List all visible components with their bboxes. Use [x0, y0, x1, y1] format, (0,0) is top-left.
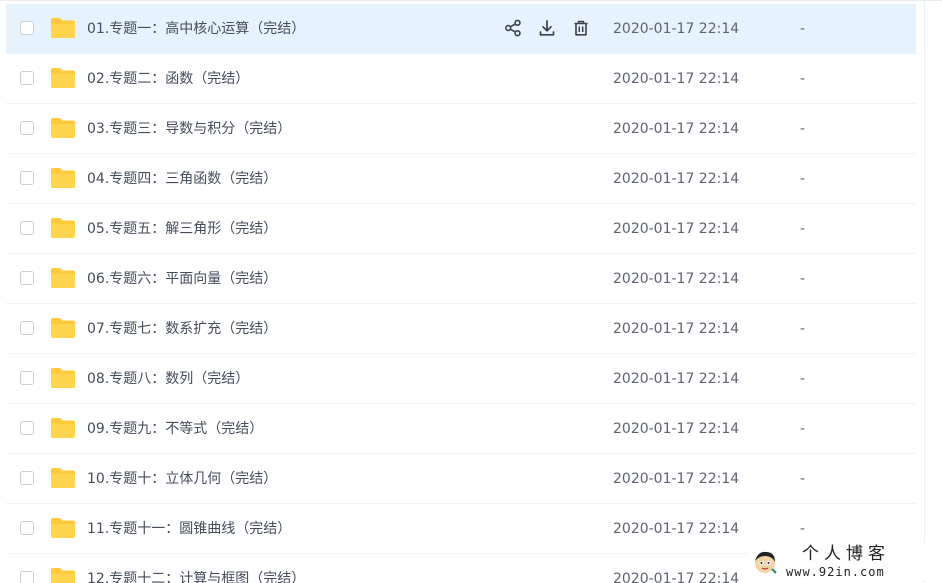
file-size: - — [800, 171, 806, 187]
file-name[interactable]: 12.专题十二：计算与框图（完结） — [87, 570, 305, 583]
row-checkbox[interactable] — [20, 271, 34, 285]
file-name[interactable]: 04.专题四：三角函数（完结） — [87, 170, 277, 188]
file-size: - — [800, 71, 806, 87]
watermark-url: www.92in.com — [786, 565, 885, 579]
download-icon[interactable] — [537, 18, 557, 38]
watermark-title: 个人博客 — [802, 544, 890, 564]
file-list-window: 01.专题一：高中核心运算（完结） 2020-01-17 22:14-02.专题二… — [0, 0, 942, 583]
file-size: - — [800, 521, 806, 537]
modified-date: 2020-01-17 22:14 — [613, 571, 740, 583]
folder-icon — [50, 567, 76, 583]
folder-icon — [50, 117, 76, 139]
folder-icon — [50, 367, 76, 389]
file-size: - — [800, 271, 806, 287]
file-row[interactable]: 07.专题七：数系扩充（完结） 2020-01-17 22:14 - — [6, 304, 916, 354]
file-row[interactable]: 01.专题一：高中核心运算（完结） 2020-01-17 22:14 - — [6, 4, 916, 54]
file-size: - — [800, 421, 806, 437]
row-checkbox[interactable] — [20, 171, 34, 185]
folder-icon — [50, 67, 76, 89]
file-name[interactable]: 10.专题十：立体几何（完结） — [87, 470, 277, 488]
row-checkbox[interactable] — [20, 321, 34, 335]
file-size: - — [800, 471, 806, 487]
modified-date: 2020-01-17 22:14 — [613, 321, 740, 337]
row-checkbox[interactable] — [20, 71, 34, 85]
row-checkbox[interactable] — [20, 571, 34, 583]
modified-date: 2020-01-17 22:14 — [613, 271, 740, 287]
row-checkbox[interactable] — [20, 21, 34, 35]
row-actions — [503, 18, 591, 38]
site-watermark: 个人博客 www.92in.com — [748, 543, 940, 581]
modified-date: 2020-01-17 22:14 — [613, 471, 740, 487]
row-checkbox[interactable] — [20, 221, 34, 235]
file-row[interactable]: 04.专题四：三角函数（完结） 2020-01-17 22:14 - — [6, 154, 916, 204]
file-size: - — [800, 21, 806, 37]
row-checkbox[interactable] — [20, 371, 34, 385]
avatar-icon — [755, 551, 777, 574]
modified-date: 2020-01-17 22:14 — [613, 221, 740, 237]
file-name[interactable]: 07.专题七：数系扩充（完结） — [87, 320, 277, 338]
share-icon[interactable] — [503, 18, 523, 38]
modified-date: 2020-01-17 22:14 — [613, 171, 740, 187]
modified-date: 2020-01-17 22:14 — [613, 421, 740, 437]
file-name[interactable]: 11.专题十一：圆锥曲线（完结） — [87, 520, 291, 538]
file-size: - — [800, 321, 806, 337]
folder-icon — [50, 167, 76, 189]
file-size: - — [800, 221, 806, 237]
file-row[interactable]: 02.专题二：函数（完结） 2020-01-17 22:14 - — [6, 54, 916, 104]
folder-icon — [50, 467, 76, 489]
file-size: - — [800, 371, 806, 387]
folder-icon — [50, 17, 76, 39]
file-name[interactable]: 08.专题八：数列（完结） — [87, 370, 249, 388]
file-row[interactable]: 06.专题六：平面向量（完结） 2020-01-17 22:14 - — [6, 254, 916, 304]
folder-icon — [50, 217, 76, 239]
modified-date: 2020-01-17 22:14 — [613, 71, 740, 87]
file-row[interactable]: 09.专题九：不等式（完结） 2020-01-17 22:14 - — [6, 404, 916, 454]
file-name[interactable]: 03.专题三：导数与积分（完结） — [87, 120, 291, 138]
row-checkbox[interactable] — [20, 421, 34, 435]
file-row[interactable]: 05.专题五：解三角形（完结） 2020-01-17 22:14 - — [6, 204, 916, 254]
watermark-text: 个人博客 www.92in.com — [786, 544, 890, 579]
file-row[interactable]: 10.专题十：立体几何（完结） 2020-01-17 22:14 - — [6, 454, 916, 504]
folder-icon — [50, 517, 76, 539]
modified-date: 2020-01-17 22:14 — [613, 521, 740, 537]
folder-icon — [50, 317, 76, 339]
file-name[interactable]: 09.专题九：不等式（完结） — [87, 420, 263, 438]
row-checkbox[interactable] — [20, 521, 34, 535]
file-name[interactable]: 02.专题二：函数（完结） — [87, 70, 249, 88]
file-name[interactable]: 05.专题五：解三角形（完结） — [87, 220, 277, 238]
folder-icon — [50, 267, 76, 289]
row-checkbox[interactable] — [20, 471, 34, 485]
file-name[interactable]: 01.专题一：高中核心运算（完结） — [87, 20, 305, 38]
modified-date: 2020-01-17 22:14 — [613, 121, 740, 137]
folder-icon — [50, 417, 76, 439]
top-divider — [0, 0, 942, 1]
delete-icon[interactable] — [571, 18, 591, 38]
file-row[interactable]: 08.专题八：数列（完结） 2020-01-17 22:14 - — [6, 354, 916, 404]
file-row[interactable]: 03.专题三：导数与积分（完结） 2020-01-17 22:14 - — [6, 104, 916, 154]
row-checkbox[interactable] — [20, 121, 34, 135]
modified-date: 2020-01-17 22:14 — [613, 21, 740, 37]
file-name[interactable]: 06.专题六：平面向量（完结） — [87, 270, 277, 288]
scroll-track[interactable] — [924, 0, 925, 583]
file-size: - — [800, 121, 806, 137]
file-list: 01.专题一：高中核心运算（完结） 2020-01-17 22:14-02.专题二… — [6, 4, 916, 583]
modified-date: 2020-01-17 22:14 — [613, 371, 740, 387]
